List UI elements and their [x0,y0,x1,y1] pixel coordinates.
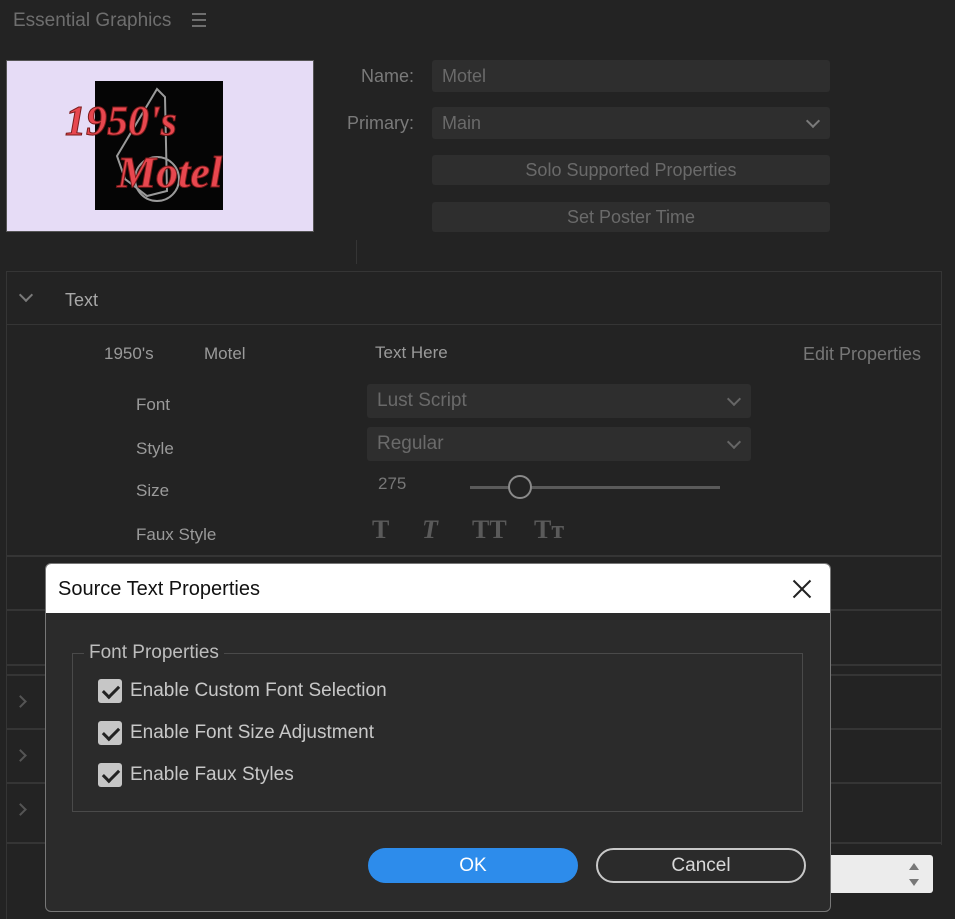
set-poster-time-button[interactable]: Set Poster Time [432,202,830,232]
font-dropdown-value: Lust Script [377,390,467,411]
dialog-title: Source Text Properties [58,578,260,600]
style-dropdown-value: Regular [377,433,444,454]
checkbox-checked[interactable] [98,763,122,787]
faux-bold-button[interactable]: T [372,515,389,545]
chevron-right-icon[interactable] [14,749,27,762]
size-value[interactable]: 275 [378,474,406,494]
thumbnail-artwork: 1950's Motel [65,87,223,202]
chevron-right-icon[interactable] [14,695,27,708]
style-dropdown[interactable]: Regular [367,427,751,461]
faux-italic-button[interactable]: T [422,515,438,545]
right-border [941,325,942,845]
cancel-button[interactable]: Cancel [596,848,806,883]
thumbnail-line2: Motel [116,148,223,197]
panel-title: Essential Graphics [13,10,172,31]
checkbox-label: Enable Font Size Adjustment [130,722,374,743]
graphic-thumbnail: 1950's Motel [6,60,314,232]
spin-down-icon[interactable] [909,879,919,886]
close-icon[interactable] [792,579,812,599]
text-section-title: Text [65,290,99,310]
checkbox-label: Enable Faux Styles [130,764,294,785]
dialog-titlebar: Source Text Properties [46,564,830,613]
chevron-down-icon [726,391,742,407]
name-field[interactable]: Motel [432,60,830,92]
faux-style-label: Faux Style [136,525,217,544]
primary-dropdown-value: Main [442,113,482,133]
size-slider-handle[interactable] [508,475,532,499]
edit-properties-link[interactable]: Edit Properties [803,344,921,365]
font-label: Font [136,395,171,414]
source-text-properties-dialog: Source Text Properties Font Properties E… [45,563,831,912]
left-border [6,325,7,919]
name-label: Name: [360,66,414,86]
ok-button[interactable]: OK [368,848,578,883]
row-divider [6,555,942,557]
checkbox-label: Enable Custom Font Selection [130,680,387,701]
number-spinbox[interactable] [828,855,933,893]
primary-dropdown[interactable]: Main [432,107,830,139]
chevron-down-icon[interactable] [18,287,34,303]
size-label: Size [136,481,170,500]
solo-supported-properties-button[interactable]: Solo Supported Properties [432,155,830,185]
small-caps-button[interactable]: Tт [534,515,564,545]
spin-up-icon[interactable] [909,863,919,870]
all-caps-button[interactable]: TT [472,515,507,545]
layer-text-here[interactable]: Text Here [375,343,448,363]
chevron-down-icon [805,113,821,129]
style-label: Style [136,439,174,458]
divider [356,240,357,264]
chevron-down-icon [726,434,742,450]
checkbox-checked[interactable] [98,679,122,703]
layer-1950s[interactable]: 1950's [104,344,154,364]
text-section-header[interactable]: Text [6,271,942,325]
primary-label: Primary: [347,113,414,133]
thumbnail-line1: 1950's [65,99,177,145]
font-properties-legend: Font Properties [84,642,224,664]
chevron-right-icon[interactable] [14,803,27,816]
checkbox-checked[interactable] [98,721,122,745]
layer-motel[interactable]: Motel [204,344,246,364]
font-dropdown[interactable]: Lust Script [367,384,751,418]
hamburger-menu-icon[interactable] [192,13,206,31]
